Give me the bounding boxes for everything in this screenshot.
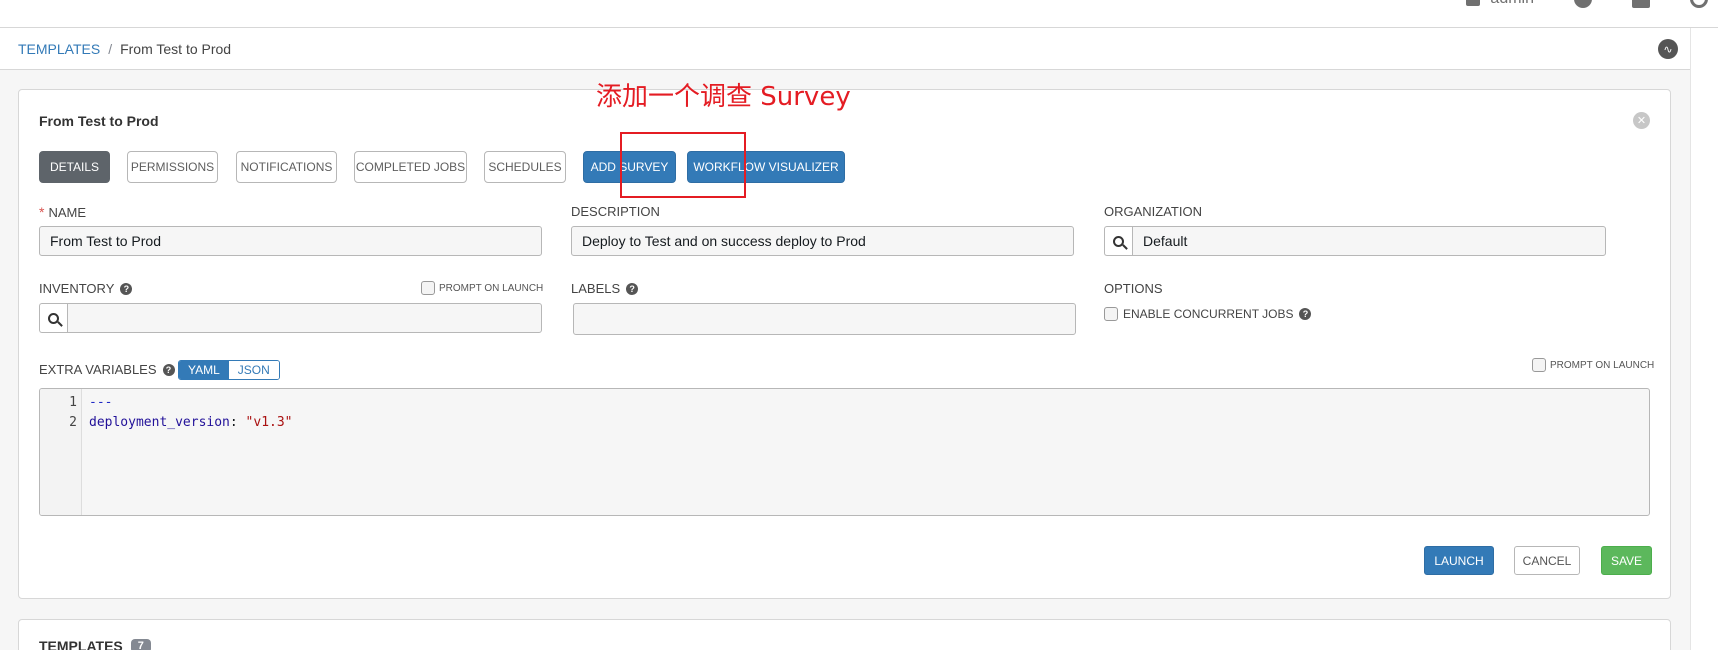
yaml-json-toggle: YAML JSON	[178, 360, 280, 380]
add-survey-button[interactable]: ADD SURVEY	[583, 151, 676, 183]
activity-stream-icon[interactable]: ∿	[1658, 39, 1678, 59]
yaml-toggle-button[interactable]: YAML	[179, 361, 229, 379]
line-number: 2	[69, 415, 77, 430]
description-label: DESCRIPTION	[571, 204, 660, 219]
extra-variables-label-text: EXTRA VARIABLES	[39, 362, 157, 377]
inventory-prompt-on-launch[interactable]: PROMPT ON LAUNCH	[421, 281, 543, 295]
organization-label: ORGANIZATION	[1104, 204, 1202, 219]
cancel-button[interactable]: CANCEL	[1514, 546, 1580, 575]
search-icon	[1113, 235, 1124, 247]
inventory-label-text: INVENTORY	[39, 281, 115, 296]
editor-gutter: 1 2	[40, 389, 82, 515]
page-scrollbar[interactable]	[1690, 28, 1718, 650]
code-line-1: ---	[89, 395, 113, 410]
user-menu[interactable]: admin	[1466, 0, 1534, 8]
required-marker: *	[39, 204, 45, 220]
form-title: From Test to Prod	[39, 113, 159, 129]
inventory-label: INVENTORY ?	[39, 281, 133, 296]
inventory-lookup-button[interactable]	[39, 303, 67, 333]
code-line-2: deployment_version: "v1.3"	[89, 415, 293, 430]
yaml-key: deployment_version	[89, 415, 230, 430]
tab-notifications[interactable]: NOTIFICATIONS	[236, 151, 337, 183]
top-nav-icons: admin	[1466, 0, 1718, 8]
top-navbar: admin	[0, 0, 1718, 28]
labels-field[interactable]	[573, 303, 1076, 335]
help-icon[interactable]: ?	[626, 282, 639, 295]
launch-button[interactable]: LAUNCH	[1424, 546, 1494, 575]
help-icon[interactable]: ?	[162, 363, 175, 376]
enable-concurrent-jobs-label: ENABLE CONCURRENT JOBS	[1123, 307, 1294, 321]
options-label: OPTIONS	[1104, 281, 1163, 296]
breadcrumb-separator: /	[108, 40, 113, 57]
templates-panel-title: TEMPLATES 7	[39, 638, 151, 650]
description-field[interactable]: Deploy to Test and on success deploy to …	[571, 226, 1074, 256]
extra-variables-label: EXTRA VARIABLES ?	[39, 362, 175, 377]
labels-label: LABELS ?	[571, 281, 639, 296]
info-icon[interactable]	[1574, 0, 1592, 8]
templates-panel-title-text: TEMPLATES	[39, 638, 123, 650]
name-field[interactable]: From Test to Prod	[39, 226, 542, 256]
breadcrumb-templates-link[interactable]: TEMPLATES	[18, 41, 100, 57]
close-icon[interactable]: ✕	[1633, 112, 1650, 129]
enable-concurrent-jobs-option[interactable]: ENABLE CONCURRENT JOBS ?	[1104, 307, 1312, 321]
search-icon	[48, 312, 59, 324]
power-icon[interactable]	[1690, 0, 1708, 8]
json-toggle-button[interactable]: JSON	[228, 361, 279, 379]
inventory-field[interactable]	[67, 303, 542, 333]
workflow-visualizer-button[interactable]: WORKFLOW VISUALIZER	[687, 151, 845, 183]
line-number: 1	[69, 395, 77, 410]
extra-vars-prompt-on-launch[interactable]: PROMPT ON LAUNCH	[1532, 358, 1654, 372]
organization-lookup-button[interactable]	[1104, 226, 1132, 256]
help-icon[interactable]: ?	[1299, 308, 1312, 320]
tab-completed-jobs[interactable]: COMPLETED JOBS	[354, 151, 467, 183]
inventory-prompt-label: PROMPT ON LAUNCH	[439, 282, 544, 294]
extra-vars-prompt-label: PROMPT ON LAUNCH	[1550, 359, 1655, 371]
labels-label-text: LABELS	[571, 281, 621, 296]
organization-field[interactable]: Default	[1132, 226, 1606, 256]
templates-list-panel: TEMPLATES 7	[18, 619, 1671, 650]
name-label-text: NAME	[48, 204, 87, 220]
help-icon[interactable]: ?	[120, 282, 133, 295]
name-label: * NAME	[39, 204, 86, 220]
templates-count-badge: 7	[130, 639, 151, 650]
tab-permissions[interactable]: PERMISSIONS	[127, 151, 218, 183]
enable-concurrent-jobs-checkbox[interactable]	[1104, 307, 1118, 321]
book-icon[interactable]	[1632, 0, 1650, 8]
inventory-prompt-checkbox[interactable]	[421, 281, 435, 295]
save-button[interactable]: SAVE	[1601, 546, 1652, 575]
annotation-caption: 添加一个调查 Survey	[596, 82, 851, 112]
breadcrumb-current: From Test to Prod	[120, 40, 232, 57]
extra-variables-editor[interactable]: 1 2 --- deployment_version: "v1.3"	[39, 388, 1650, 516]
job-template-form-panel: From Test to Prod ✕ DETAILS PERMISSIONS …	[18, 89, 1671, 599]
tab-details[interactable]: DETAILS	[39, 151, 110, 183]
user-name: admin	[1490, 0, 1534, 8]
yaml-value: "v1.3"	[245, 415, 293, 430]
extra-vars-prompt-checkbox[interactable]	[1532, 358, 1546, 372]
tab-schedules[interactable]: SCHEDULES	[484, 151, 566, 183]
user-icon	[1466, 0, 1481, 6]
breadcrumb: TEMPLATES / From Test to Prod ∿	[0, 28, 1718, 70]
yaml-colon: :	[229, 415, 246, 430]
